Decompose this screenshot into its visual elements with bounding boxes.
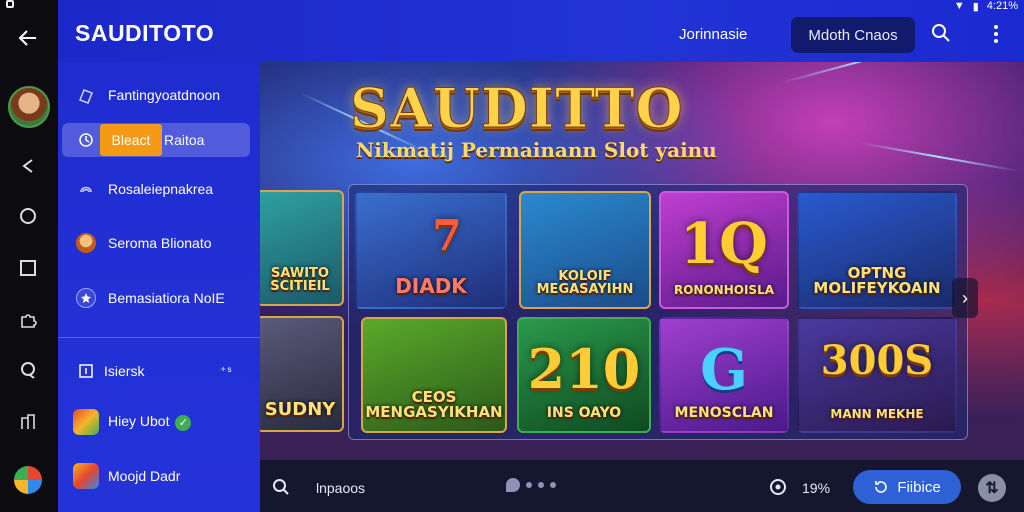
- signal-icon: ▮: [972, 0, 979, 13]
- verified-badge: ✓: [175, 415, 192, 431]
- back-arrow-icon[interactable]: [14, 24, 42, 52]
- game-tile[interactable]: 7 DIADK: [355, 191, 507, 309]
- square-dot-icon: [76, 361, 96, 381]
- status-text: 4:21%: [986, 0, 1018, 12]
- more-vertical-icon[interactable]: [988, 24, 1004, 49]
- game-tile[interactable]: SAWITO SCITIEIL: [260, 190, 344, 306]
- sidebar-item-label: Moojd Dadr: [108, 468, 181, 484]
- game-grid: 7 DIADK KOLOIF MEGASAYIHN 1Q RONONHOISLA…: [348, 184, 968, 440]
- dice-cube-icon: [73, 463, 99, 489]
- search-input[interactable]: lnpaoos: [316, 480, 365, 496]
- swirl-icon: [76, 179, 96, 199]
- light-beam: [779, 62, 955, 84]
- avatar[interactable]: [8, 86, 50, 128]
- game-tile[interactable]: 300S MANN MEKHE: [797, 317, 957, 433]
- game-tile[interactable]: CEOS MENGASYIKHAN: [361, 317, 507, 433]
- game-tile[interactable]: KOLOIF MEGASAYIHN: [519, 191, 651, 309]
- game-tile[interactable]: 210 INS OAYO: [517, 317, 651, 433]
- system-rail: [0, 0, 58, 512]
- character-icon: [76, 233, 96, 253]
- sidebar-item-label: Hiey Ubot ✓: [108, 413, 192, 431]
- sidebar-item-label: Bemasiatiora NoIE: [108, 290, 225, 306]
- sidebar-item-7[interactable]: Moojd Dadr: [58, 459, 260, 493]
- top-header: SAUDITOTO Jоrinnasie Mdoth Cnaos: [58, 0, 1024, 62]
- action-button[interactable]: Fiibice: [853, 470, 961, 504]
- game-tile[interactable]: SUDNY: [260, 316, 344, 432]
- hero-subtitle: Nikmatij Permainann Slot yainu: [356, 138, 717, 162]
- bottom-bar: lnpaoos 19% Fiibice ⇅: [260, 460, 1024, 512]
- sidebar-item-label: Isiersk: [104, 363, 145, 379]
- sidebar-item-label: Fantingyoatdnoon: [108, 87, 221, 103]
- game-tile[interactable]: G MENOSCLAN: [659, 317, 789, 433]
- sidebar: Fantingyoatdnoon Bleact Raitoa Rosaleiep…: [58, 62, 260, 512]
- hero-title: SAUDITTO: [350, 76, 684, 141]
- sidebar-item-label: Seroma Blionato: [108, 235, 212, 251]
- sidebar-item-2[interactable]: Rosaleiepnakrea: [58, 172, 260, 206]
- game-tile[interactable]: 1Q RONONHOISLA: [659, 191, 789, 309]
- sidebar-item-3[interactable]: Seroma Blionato: [58, 226, 260, 260]
- sidebar-item-label: Rosaleiepnakrea: [108, 181, 214, 197]
- sidebar-item-label: Raitoa: [164, 132, 205, 148]
- sidebar-item-5[interactable]: Isiersk ⁺ˢ: [58, 354, 260, 388]
- select-chip[interactable]: Bleact: [100, 124, 162, 156]
- sidebar-item-0[interactable]: Fantingyoatdnoon: [58, 78, 260, 112]
- star-badge-icon: [76, 288, 96, 308]
- system-status: ▼ ▮ 4:21%: [953, 0, 1018, 13]
- search-icon[interactable]: [272, 478, 290, 501]
- target-icon[interactable]: [769, 478, 787, 501]
- refresh-icon: [875, 481, 888, 493]
- status-square-icon: [6, 0, 14, 8]
- light-beam: [859, 142, 1018, 172]
- sidebar-item-trailing: ⁺ˢ: [220, 364, 233, 378]
- game-tile[interactable]: OPTNG MOLIFEYKOAIN: [797, 191, 957, 309]
- brand-title: SAUDITOTO: [75, 20, 215, 46]
- clock-icon: [76, 130, 96, 150]
- building-icon[interactable]: [14, 408, 42, 436]
- hero-banner: SAUDITTO Nikmatij Permainann Slot yainu …: [260, 62, 1024, 460]
- chat-bubble-icon[interactable]: [506, 478, 556, 492]
- home-circle-icon[interactable]: [14, 202, 42, 230]
- header-link[interactable]: Jоrinnasie: [679, 26, 747, 43]
- wifi-icon: ▼: [953, 0, 965, 12]
- dice-icon: [73, 409, 99, 435]
- sidebar-divider: [58, 337, 260, 338]
- share-icon[interactable]: [14, 152, 42, 180]
- sidebar-item-4[interactable]: Bemasiatiora NoIE: [58, 281, 260, 315]
- search-icon[interactable]: [931, 23, 951, 48]
- swap-icon[interactable]: ⇅: [978, 474, 1006, 502]
- action-button-label: Fiibice: [897, 478, 941, 496]
- chevron-right-icon[interactable]: ›: [952, 278, 978, 318]
- casino-chip-icon: [76, 85, 96, 105]
- percent-readout: 19%: [802, 480, 831, 496]
- header-button[interactable]: Mdoth Cnaos: [791, 17, 915, 53]
- chat-icon[interactable]: [14, 356, 42, 384]
- puzzle-icon[interactable]: [14, 306, 42, 334]
- sidebar-item-1[interactable]: Bleact Raitoa: [62, 123, 250, 157]
- square-icon[interactable]: [14, 254, 42, 282]
- sidebar-item-6[interactable]: Hiey Ubot ✓: [58, 405, 260, 439]
- browser-icon[interactable]: [14, 466, 42, 494]
